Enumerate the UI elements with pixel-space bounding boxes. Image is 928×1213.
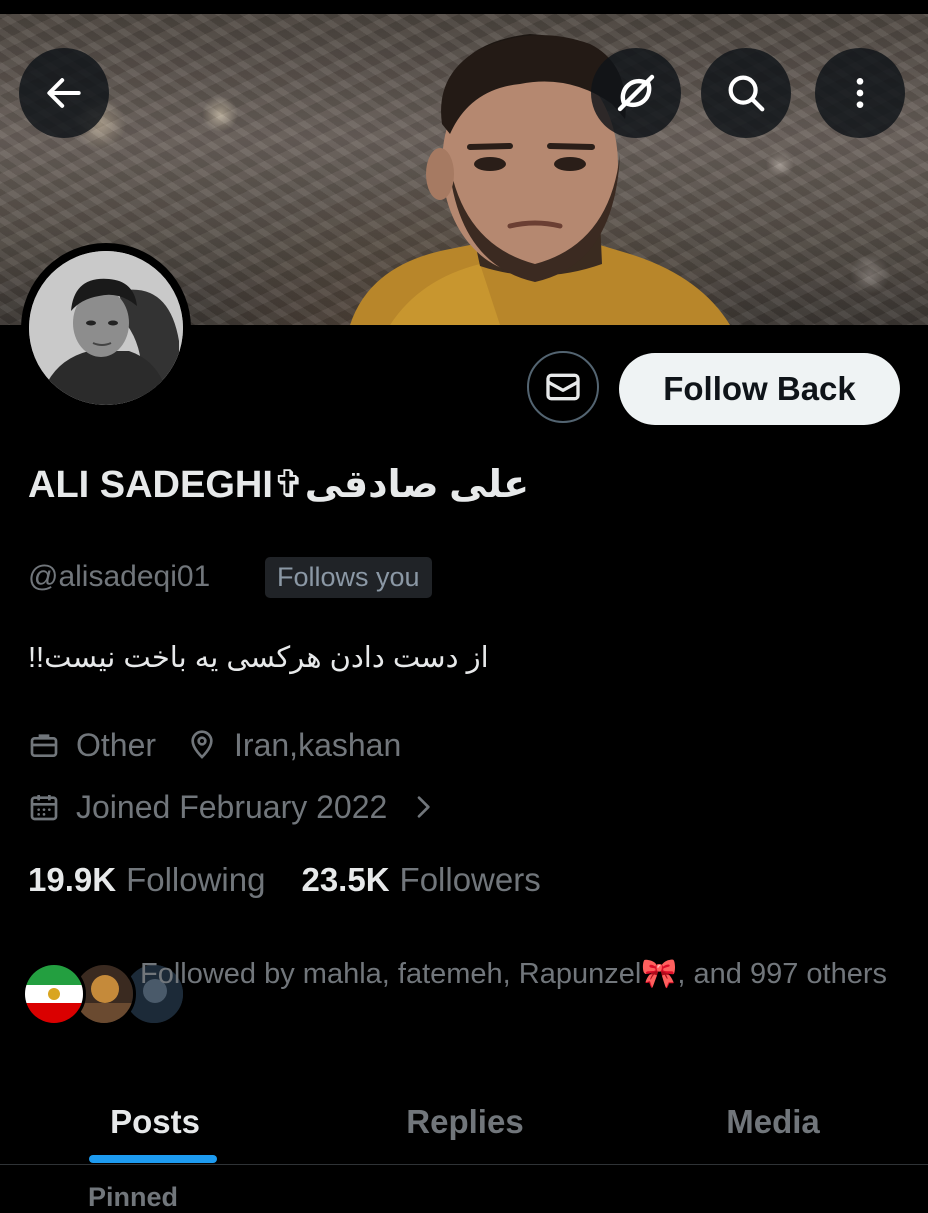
following-count: 19.9K (28, 861, 117, 898)
follower-avatar-flag (22, 962, 86, 1026)
pinned-label: Pinned (88, 1182, 179, 1212)
joined-row[interactable]: Joined February 2022 (28, 787, 455, 827)
search-button[interactable] (701, 48, 791, 138)
profile-location: Iran,kashan (234, 726, 402, 763)
profile-meta-row: Other Iran,kashan (28, 725, 401, 765)
calendar-icon (28, 791, 60, 823)
grok-icon (617, 74, 655, 112)
back-button[interactable] (19, 48, 109, 138)
followers-label: Followers (399, 861, 541, 898)
followers-stat[interactable]: 23.5K Followers (301, 861, 540, 899)
grok-button[interactable] (591, 48, 681, 138)
briefcase-icon (28, 729, 60, 761)
follows-you-badge: Follows you (265, 557, 432, 598)
profile-bio: از دست دادن هرکسی یه باخت نیست!! (28, 642, 489, 674)
more-vertical-icon (856, 78, 864, 108)
followers-count: 23.5K (301, 861, 390, 898)
follow-stats: 19.9K Following 23.5K Followers (28, 861, 541, 899)
following-stat[interactable]: 19.9K Following (28, 861, 265, 899)
tabs-divider (0, 1164, 928, 1165)
joined-date: Joined February 2022 (76, 788, 388, 825)
banner-photo-person (350, 34, 730, 325)
avatar-photo (29, 251, 183, 405)
tab-media[interactable]: Media (668, 1080, 878, 1164)
mail-icon (546, 373, 580, 401)
tab-posts[interactable]: Posts (50, 1080, 260, 1164)
profile-category: Other (76, 726, 157, 763)
tab-replies[interactable]: Replies (360, 1080, 570, 1164)
profile-tabs: Posts Replies Media (0, 1080, 928, 1164)
profile-avatar[interactable] (21, 243, 191, 413)
follow-back-button[interactable]: Follow Back (619, 353, 900, 425)
chevron-right-icon (407, 791, 439, 823)
following-label: Following (126, 861, 266, 898)
display-name: ALI SADEGHI✞علی صادقی (28, 464, 530, 506)
search-icon (728, 75, 765, 112)
arrow-left-icon (47, 78, 81, 108)
location-pin-icon (186, 729, 218, 761)
profile-handle: @alisadeqi01 (28, 560, 211, 593)
followed-by-text[interactable]: Followed by mahla, fatemeh, Rapunzel🎀, a… (140, 953, 900, 996)
message-button[interactable] (527, 351, 599, 423)
status-area (0, 0, 928, 14)
active-tab-indicator (89, 1155, 217, 1163)
more-options-button[interactable] (815, 48, 905, 138)
